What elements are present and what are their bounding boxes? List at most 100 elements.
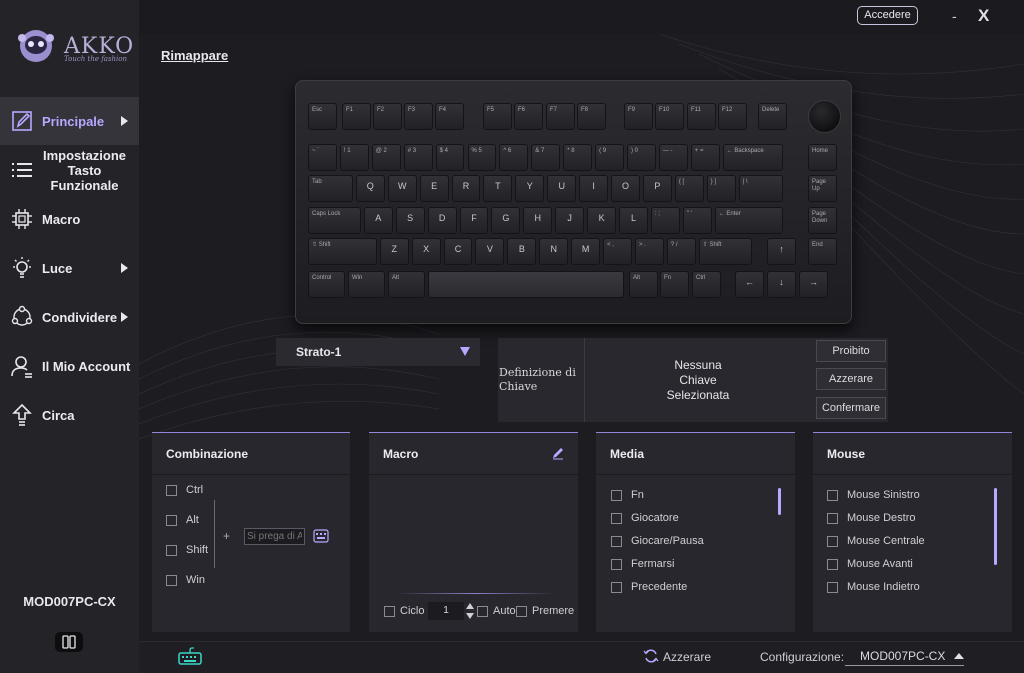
key-home[interactable]: Home — [808, 144, 837, 171]
keyboard-icon[interactable] — [313, 529, 329, 543]
key-i[interactable]: I — [579, 175, 609, 202]
press-checkbox[interactable] — [516, 606, 527, 617]
key-0[interactable]: ) 0 — [627, 144, 656, 171]
media-scrollbar[interactable] — [778, 488, 781, 515]
key-esc[interactable]: Esc — [308, 103, 337, 130]
key-f4[interactable]: F4 — [435, 103, 464, 130]
media-item-label[interactable]: Giocatore — [631, 512, 679, 524]
key-q[interactable]: Q — [355, 175, 385, 202]
media-checkbox[interactable] — [611, 582, 622, 593]
key-f6[interactable]: F6 — [514, 103, 543, 130]
ctrl-label[interactable]: Ctrl — [186, 484, 203, 496]
edit-icon[interactable] — [551, 446, 565, 460]
media-checkbox[interactable] — [611, 513, 622, 524]
key-g[interactable]: G — [491, 207, 521, 234]
key-win[interactable]: Win — [348, 271, 385, 298]
key-f3[interactable]: F3 — [404, 103, 433, 130]
key-f2[interactable]: F2 — [373, 103, 402, 130]
media-item-label[interactable]: Fermarsi — [631, 558, 674, 570]
key-5[interactable]: % 5 — [467, 144, 497, 171]
media-item-label[interactable]: Fn — [631, 489, 644, 501]
key-page-down[interactable]: Page Down — [808, 207, 837, 234]
login-button[interactable]: Accedere — [857, 6, 918, 25]
minimize-button[interactable]: - — [952, 8, 957, 24]
sidebar-item-macro[interactable]: Macro — [0, 195, 139, 243]
key-f5[interactable]: F5 — [483, 103, 512, 130]
key-k[interactable]: K — [587, 207, 617, 234]
mouse-checkbox[interactable] — [827, 559, 838, 570]
key-f11[interactable]: F11 — [687, 103, 716, 130]
key-9[interactable]: ( 9 — [595, 144, 624, 171]
key-f1[interactable]: F1 — [342, 103, 371, 130]
key-d[interactable]: D — [427, 207, 457, 234]
key-v[interactable]: V — [475, 238, 505, 265]
media-checkbox[interactable] — [611, 536, 622, 547]
key-f12[interactable]: F12 — [718, 103, 747, 130]
key-combination-input[interactable] — [244, 528, 305, 545]
forbid-button[interactable]: Proibito — [816, 340, 886, 362]
key-h[interactable]: H — [523, 207, 553, 234]
sidebar-item-condividere[interactable]: Condividere — [0, 293, 139, 341]
media-item-label[interactable]: Precedente — [631, 581, 687, 593]
volume-knob[interactable] — [808, 100, 841, 133]
key-page-up[interactable]: Page Up — [808, 175, 837, 202]
win-label[interactable]: Win — [186, 574, 205, 586]
cycle-count-field[interactable]: 1 — [428, 602, 464, 620]
win-checkbox[interactable] — [166, 575, 177, 586]
reset-all-button[interactable]: Azzerare — [663, 650, 711, 664]
sidebar-item-account[interactable]: Il Mio Account — [0, 342, 139, 390]
key-ctrl[interactable]: Ctrl — [692, 271, 721, 298]
key-x[interactable]: X — [411, 238, 441, 265]
key-l[interactable]: L — [619, 207, 648, 234]
mouse-item-label[interactable]: Mouse Centrale — [847, 535, 925, 547]
sidebar-item-luce[interactable]: Luce — [0, 244, 139, 292]
key-j[interactable]: J — [555, 207, 585, 234]
layer-select[interactable]: Strato-1 — [276, 338, 480, 366]
page-title[interactable]: Rimappare — [161, 48, 228, 63]
key-b[interactable]: B — [507, 238, 537, 265]
shift-checkbox[interactable] — [166, 545, 177, 556]
key-symbol[interactable]: + = — [690, 144, 720, 171]
key-s[interactable]: S — [395, 207, 425, 234]
key-symbol[interactable]: : ; — [650, 207, 680, 234]
media-item-label[interactable]: Giocare/Pausa — [631, 535, 704, 547]
config-select[interactable]: MOD007PC-CX — [845, 649, 964, 666]
key-n[interactable]: N — [539, 238, 569, 265]
key-7[interactable]: & 7 — [531, 144, 561, 171]
key-w[interactable]: W — [387, 175, 417, 202]
key-1[interactable]: ! 1 — [339, 144, 369, 171]
key-f7[interactable]: F7 — [546, 103, 575, 130]
mouse-scrollbar[interactable] — [994, 488, 997, 565]
key-f9[interactable]: F9 — [624, 103, 653, 130]
key-a[interactable]: A — [363, 207, 393, 234]
media-checkbox[interactable] — [611, 490, 622, 501]
key-enter[interactable]: ← Enter — [714, 207, 784, 234]
sidebar-item-circa[interactable]: Circa — [0, 391, 139, 439]
key-caps-lock[interactable]: Caps Lock — [308, 207, 361, 234]
mouse-checkbox[interactable] — [827, 490, 838, 501]
key-o[interactable]: O — [611, 175, 640, 202]
key-4[interactable]: $ 4 — [435, 144, 465, 171]
auto-label[interactable]: Auto — [493, 605, 516, 617]
refresh-icon[interactable] — [643, 648, 659, 664]
stepper-icon[interactable] — [466, 602, 474, 620]
dropdown-arrow-icon[interactable] — [460, 347, 470, 356]
confirm-button[interactable]: Confermare — [816, 397, 886, 419]
mouse-checkbox[interactable] — [827, 513, 838, 524]
key-symbol[interactable]: ← — [735, 271, 764, 298]
reset-key-button[interactable]: Azzerare — [816, 368, 886, 390]
mouse-checkbox[interactable] — [827, 582, 838, 593]
dropdown-arrow-icon[interactable] — [954, 653, 964, 659]
alt-label[interactable]: Alt — [186, 514, 199, 526]
key-symbol[interactable]: ~ ` — [308, 144, 337, 171]
key-tab[interactable]: Tab — [308, 175, 353, 202]
key-t[interactable]: T — [483, 175, 513, 202]
key-symbol[interactable]: < , — [603, 238, 632, 265]
key-m[interactable]: M — [571, 238, 601, 265]
key-end[interactable]: End — [808, 238, 837, 265]
key-p[interactable]: P — [642, 175, 672, 202]
close-button[interactable]: X — [978, 6, 989, 26]
key-delete[interactable]: Delete — [758, 103, 787, 130]
ctrl-checkbox[interactable] — [166, 485, 177, 496]
press-label[interactable]: Premere — [532, 605, 574, 617]
